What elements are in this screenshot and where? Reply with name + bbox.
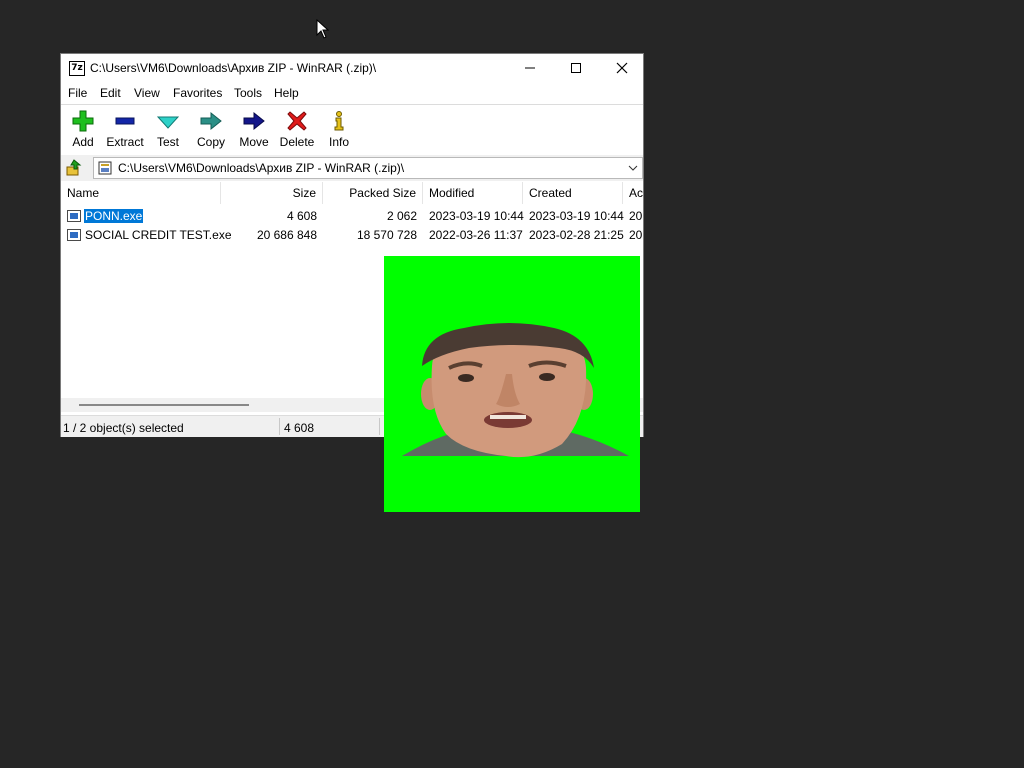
column-header-modified[interactable]: Modified [423, 182, 523, 204]
close-icon [616, 62, 628, 74]
table-row[interactable]: SOCIAL CREDIT TEST.exe 20 686 848 18 570… [61, 226, 643, 245]
address-path: C:\Users\VM6\Downloads\Архив ZIP - WinRA… [118, 161, 405, 175]
file-name: SOCIAL CREDIT TEST.exe [85, 228, 232, 242]
menu-tools[interactable]: Tools [234, 86, 262, 100]
delete-label: Delete [279, 135, 315, 149]
file-accessed: 202 [629, 209, 643, 223]
column-header-name[interactable]: Name [61, 182, 221, 204]
test-check-icon [157, 116, 179, 129]
add-button[interactable]: Add [61, 108, 105, 152]
add-label: Add [72, 135, 94, 149]
menu-edit[interactable]: Edit [100, 86, 121, 100]
test-label: Test [156, 135, 179, 149]
extract-label: Extract [106, 135, 144, 149]
menu-view[interactable]: View [134, 86, 160, 100]
archive-icon [98, 161, 112, 175]
maximize-icon [571, 63, 581, 73]
extract-button[interactable]: Extract [103, 108, 147, 152]
up-folder-icon[interactable] [65, 159, 83, 177]
face-image [402, 323, 629, 458]
file-packed-size: 2 062 [386, 209, 417, 223]
file-size: 4 608 [286, 209, 317, 223]
copy-arrow-icon [200, 111, 222, 131]
scrollbar-thumb[interactable] [79, 404, 249, 406]
window-title: C:\Users\VM6\Downloads\Архив ZIP - WinRA… [90, 61, 377, 75]
address-field[interactable]: C:\Users\VM6\Downloads\Архив ZIP - WinRA… [93, 157, 643, 179]
info-button[interactable]: Info [317, 108, 361, 152]
mouse-cursor-icon [316, 19, 330, 39]
delete-button[interactable]: Delete [275, 108, 319, 152]
file-created: 2023-03-19 10:44 [529, 209, 624, 223]
info-icon [334, 111, 344, 131]
close-button[interactable] [599, 54, 645, 82]
menu-help[interactable]: Help [274, 86, 299, 100]
column-header-created[interactable]: Created [523, 182, 623, 204]
exe-file-icon [67, 229, 81, 241]
maximize-button[interactable] [553, 54, 599, 82]
minimize-button[interactable] [507, 54, 553, 82]
winrar-app-icon: 7z [69, 61, 85, 76]
column-header-size[interactable]: Size [221, 182, 323, 204]
exe-file-icon [67, 210, 81, 222]
add-plus-icon [72, 110, 94, 132]
move-button[interactable]: Move [232, 108, 276, 152]
file-size: 20 686 848 [256, 228, 317, 242]
status-size: 4 608 [284, 421, 315, 435]
status-selection: 1 / 2 object(s) selected [63, 421, 184, 435]
table-row[interactable]: PONN.exe 4 608 2 062 2023-03-19 10:44 20… [61, 207, 643, 226]
file-name: PONN.exe [84, 209, 144, 223]
info-label: Info [328, 135, 349, 149]
status-divider [279, 418, 280, 435]
file-accessed: 202 [629, 228, 643, 242]
test-button[interactable]: Test [146, 108, 190, 152]
title-bar[interactable]: 7z C:\Users\VM6\Downloads\Архив ZIP - Wi… [61, 54, 643, 82]
status-divider [379, 418, 380, 435]
copy-label: Copy [196, 135, 225, 149]
menu-bar: File Edit View Favorites Tools Help [61, 82, 643, 105]
file-packed-size: 18 570 728 [356, 228, 417, 242]
file-modified: 2022-03-26 11:37 [429, 228, 523, 242]
chevron-down-icon[interactable] [628, 164, 638, 172]
file-created: 2023-02-28 21:25 [529, 228, 624, 242]
copy-button[interactable]: Copy [189, 108, 233, 152]
move-arrow-icon [243, 111, 265, 131]
delete-x-icon [287, 111, 307, 131]
column-header-packed-size[interactable]: Packed Size [323, 182, 423, 204]
toolbar: Add Extract Test Copy Move Delete Info [61, 105, 643, 154]
file-modified: 2023-03-19 10:44 [429, 209, 524, 223]
address-bar: C:\Users\VM6\Downloads\Архив ZIP - WinRA… [61, 155, 643, 181]
menu-favorites[interactable]: Favorites [173, 86, 222, 100]
green-screen-video-overlay [384, 256, 640, 512]
extract-minus-icon [115, 117, 135, 125]
minimize-icon [525, 67, 535, 69]
column-header-accessed[interactable]: Ac [623, 182, 643, 204]
menu-file[interactable]: File [68, 86, 87, 100]
move-label: Move [239, 135, 269, 149]
